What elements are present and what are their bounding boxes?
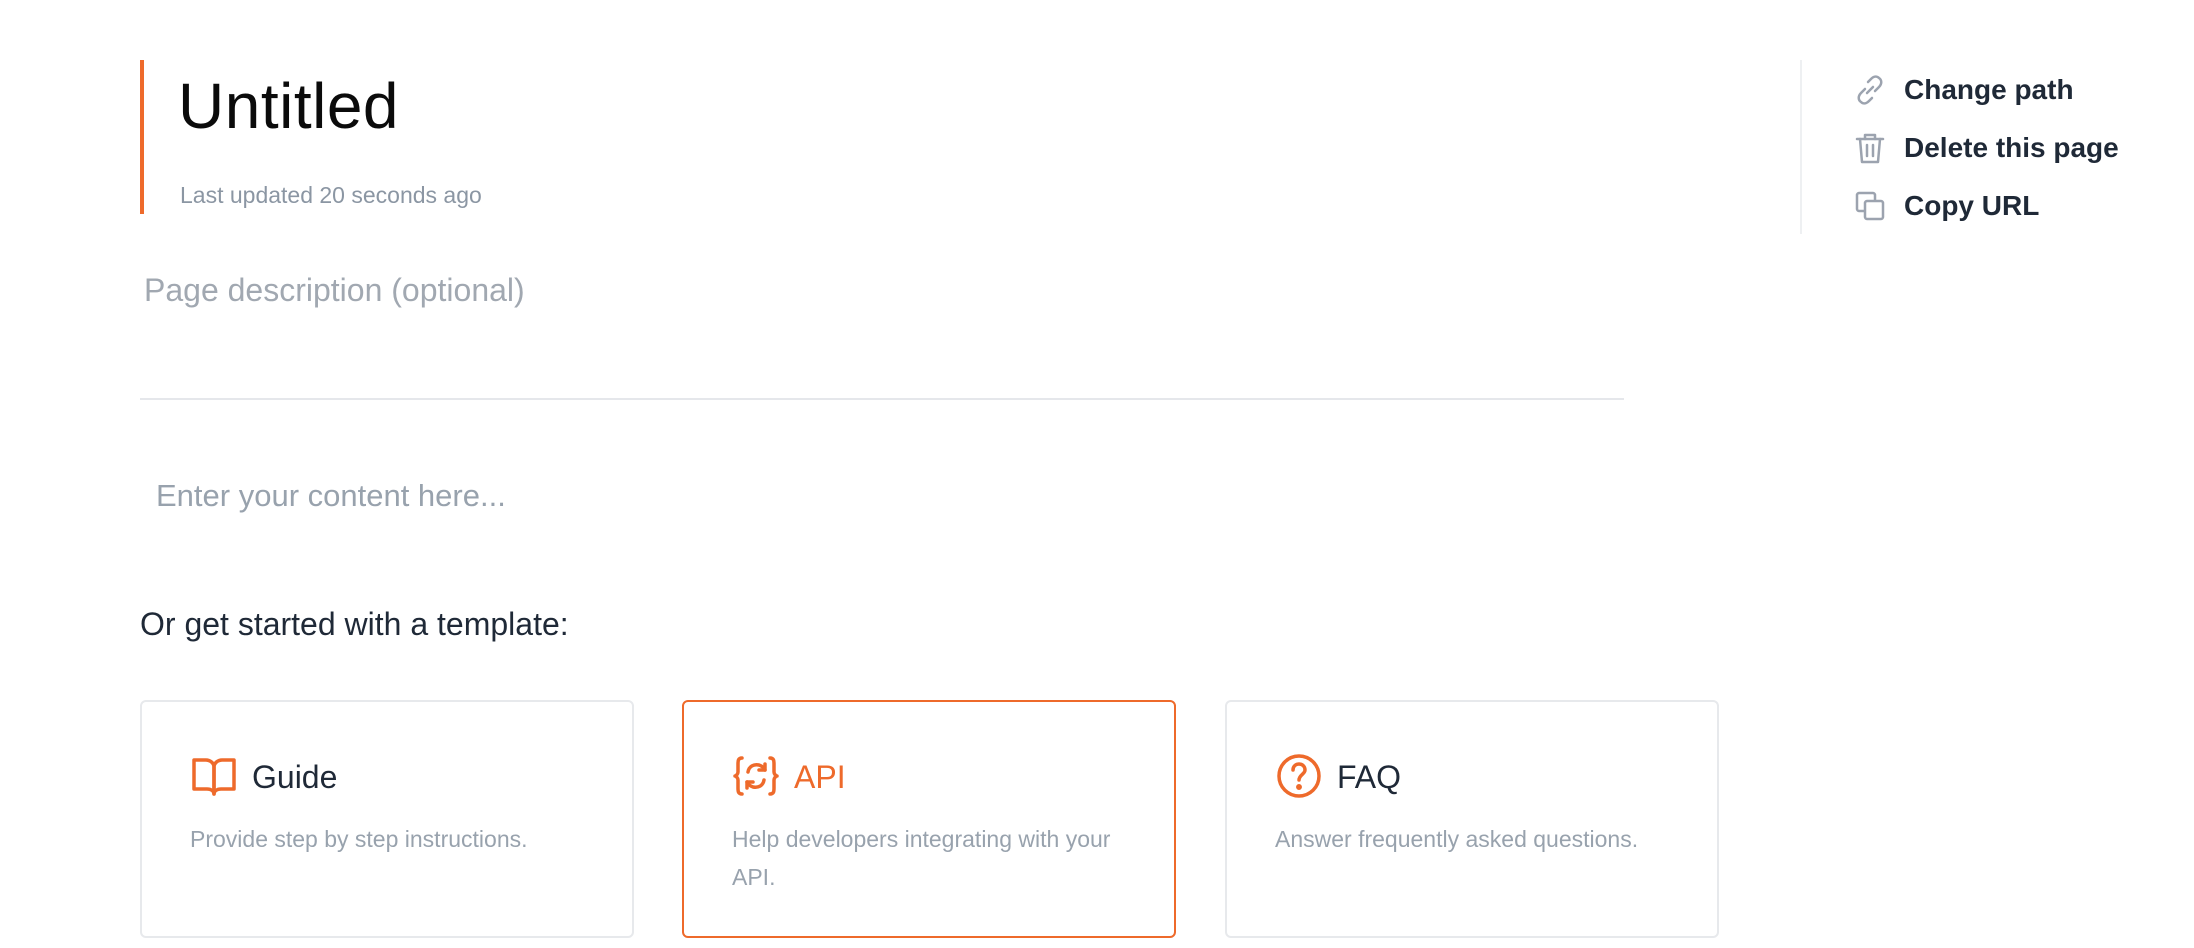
- page-editor: Untitled Last updated 20 seconds ago Pag…: [0, 0, 2194, 948]
- template-card-faq[interactable]: FAQ Answer frequently asked questions.: [1225, 700, 1719, 938]
- template-heading: Or get started with a template:: [140, 606, 569, 642]
- delete-page-label: Delete this page: [1904, 132, 2119, 163]
- template-card-description: Help developers integrating with your AP…: [732, 826, 1111, 890]
- template-card-guide[interactable]: Guide Provide step by step instructions.: [140, 700, 634, 938]
- template-card-api[interactable]: API Help developers integrating with you…: [682, 700, 1176, 938]
- trash-icon: [1855, 133, 1885, 164]
- question-circle-icon: [1277, 754, 1321, 798]
- title-block: Untitled Last updated 20 seconds ago: [140, 60, 1044, 214]
- template-card-title: FAQ: [1337, 759, 1402, 795]
- content-editor-placeholder: Enter your content here...: [156, 478, 506, 513]
- link-icon: [1857, 75, 1883, 105]
- content-editor[interactable]: Enter your content here...: [140, 470, 1624, 520]
- delete-page-action[interactable]: Delete this page: [1852, 126, 2119, 170]
- template-card-description: Provide step by step instructions.: [190, 826, 528, 852]
- page-actions: Change path Delete this page Copy URL: [1800, 60, 2162, 234]
- page-title[interactable]: Untitled: [178, 74, 399, 138]
- template-card-title: Guide: [252, 759, 338, 795]
- copy-icon: [1855, 191, 1885, 221]
- copy-url-label: Copy URL: [1904, 190, 2040, 221]
- template-card-description: Answer frequently asked questions.: [1275, 826, 1639, 852]
- change-path-label: Change path: [1904, 74, 2074, 105]
- last-updated-text: Last updated 20 seconds ago: [180, 182, 482, 208]
- book-icon: [192, 758, 236, 796]
- template-card-title: API: [794, 759, 846, 795]
- api-icon: [733, 756, 779, 796]
- page-description-input[interactable]: [140, 270, 1624, 400]
- change-path-action[interactable]: Change path: [1852, 68, 2074, 112]
- copy-url-action[interactable]: Copy URL: [1852, 184, 2039, 228]
